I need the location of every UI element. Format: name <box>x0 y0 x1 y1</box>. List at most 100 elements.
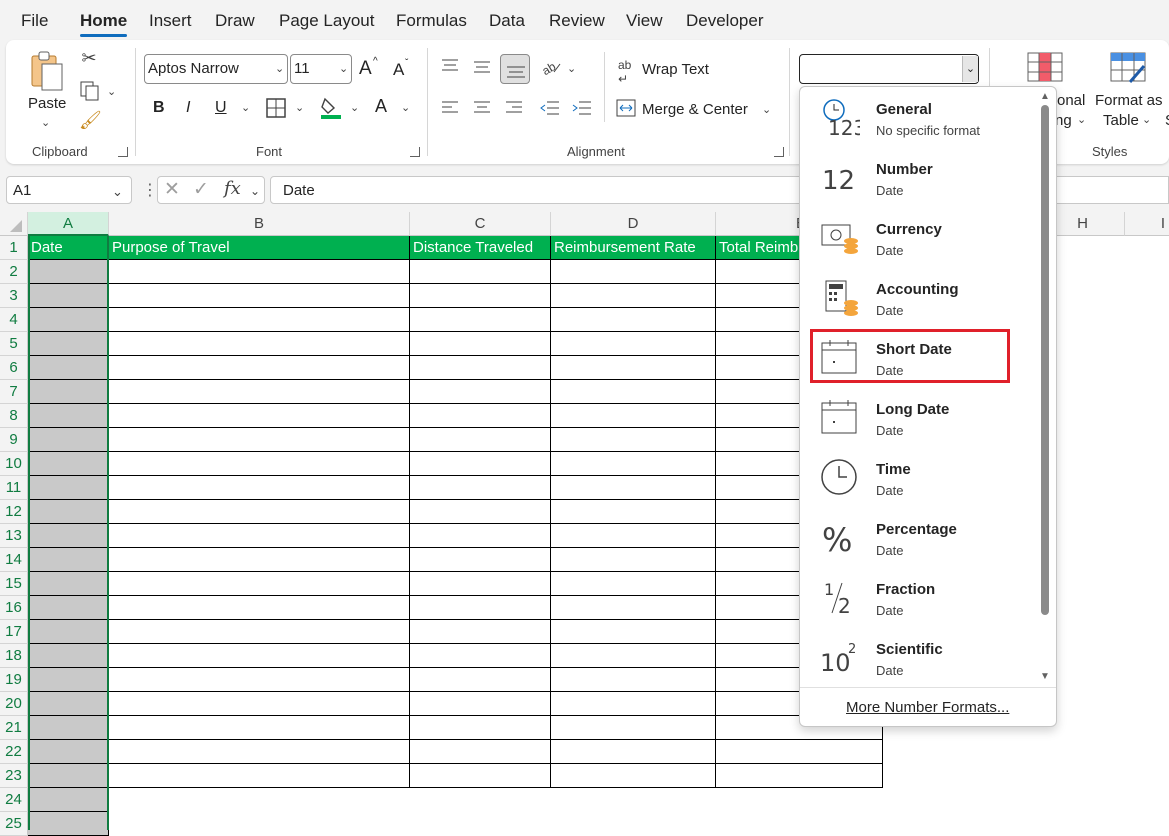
fx-dropdown-icon[interactable]: ⌄ <box>250 184 260 198</box>
header-cell[interactable]: Purpose of Travel <box>109 236 410 260</box>
row-header[interactable]: 13 <box>0 524 28 548</box>
table-cell[interactable] <box>410 668 551 692</box>
scroll-down-icon[interactable]: ▼ <box>1040 671 1050 682</box>
selected-cell[interactable] <box>28 500 109 524</box>
row-header[interactable]: 10 <box>0 452 28 476</box>
bold-button[interactable]: B <box>153 99 165 117</box>
table-cell[interactable] <box>551 572 716 596</box>
table-cell[interactable] <box>410 308 551 332</box>
table-cell[interactable] <box>109 380 410 404</box>
selected-cell[interactable] <box>28 740 109 764</box>
row-header[interactable]: 24 <box>0 788 28 812</box>
selected-cell[interactable] <box>28 452 109 476</box>
enter-icon[interactable]: ✓ <box>193 178 209 201</box>
selected-cell[interactable] <box>28 596 109 620</box>
selected-cell[interactable] <box>28 764 109 788</box>
table-cell[interactable] <box>551 740 716 764</box>
selected-cell[interactable] <box>28 788 109 812</box>
cell-styles-partial[interactable]: S <box>1165 112 1169 129</box>
paste-icon[interactable] <box>28 50 66 94</box>
format-as-table-label-1[interactable]: Format as <box>1095 92 1163 109</box>
fill-color-icon[interactable] <box>320 96 342 120</box>
table-cell[interactable] <box>109 500 410 524</box>
table-cell[interactable] <box>109 620 410 644</box>
column-header-i[interactable]: I <box>1125 212 1169 236</box>
table-cell[interactable] <box>109 332 410 356</box>
orientation-icon[interactable]: ab <box>540 58 562 78</box>
table-cell[interactable] <box>410 500 551 524</box>
table-cell[interactable] <box>109 260 410 284</box>
row-header[interactable]: 16 <box>0 596 28 620</box>
table-cell[interactable] <box>551 524 716 548</box>
decrease-font-icon[interactable]: A <box>393 60 404 80</box>
font-name-dropdown-icon[interactable]: ⌄ <box>275 62 284 75</box>
table-cell[interactable] <box>410 452 551 476</box>
table-cell[interactable] <box>551 380 716 404</box>
table-cell[interactable] <box>410 716 551 740</box>
font-color-dropdown-icon[interactable]: ⌄ <box>401 101 410 114</box>
table-cell[interactable] <box>551 548 716 572</box>
table-cell[interactable] <box>109 572 410 596</box>
format-item-accounting[interactable]: Accounting Date <box>812 269 1030 325</box>
table-cell[interactable] <box>551 668 716 692</box>
selected-cell[interactable] <box>28 812 109 836</box>
table-cell[interactable] <box>551 428 716 452</box>
header-cell[interactable]: Distance Traveled <box>410 236 551 260</box>
row-header[interactable]: 4 <box>0 308 28 332</box>
row-header[interactable]: 19 <box>0 668 28 692</box>
menu-data[interactable]: Data <box>489 11 525 31</box>
selected-cell[interactable] <box>28 404 109 428</box>
row-header[interactable]: 15 <box>0 572 28 596</box>
table-cell[interactable] <box>716 740 883 764</box>
name-box-dropdown-icon[interactable]: ⌄ <box>112 184 123 200</box>
column-header-c[interactable]: C <box>410 212 551 236</box>
increase-font-icon[interactable]: A <box>359 58 372 80</box>
format-item-time[interactable]: Time Date <box>812 449 1030 505</box>
table-cell[interactable] <box>551 764 716 788</box>
format-item-percentage[interactable]: % Percentage Date <box>812 509 1030 565</box>
table-cell[interactable] <box>551 716 716 740</box>
row-header[interactable]: 18 <box>0 644 28 668</box>
fill-color-dropdown-icon[interactable]: ⌄ <box>350 101 359 114</box>
menu-review[interactable]: Review <box>549 11 605 31</box>
table-cell[interactable] <box>109 764 410 788</box>
table-cell[interactable] <box>551 692 716 716</box>
table-cell[interactable] <box>551 500 716 524</box>
format-painter-icon[interactable]: 🖌 <box>79 110 102 131</box>
alignment-launcher-icon[interactable] <box>774 147 784 157</box>
row-header[interactable]: 9 <box>0 428 28 452</box>
column-header-b[interactable]: B <box>109 212 410 236</box>
selected-cell[interactable] <box>28 620 109 644</box>
selected-cell[interactable] <box>28 668 109 692</box>
table-cell[interactable] <box>410 284 551 308</box>
table-cell[interactable] <box>716 764 883 788</box>
align-center-icon[interactable] <box>472 100 492 116</box>
conditional-formatting-icon[interactable] <box>1027 52 1063 82</box>
row-header[interactable]: 11 <box>0 476 28 500</box>
row-header[interactable]: 25 <box>0 812 28 836</box>
row-header[interactable]: 23 <box>0 764 28 788</box>
menu-file[interactable]: File <box>21 11 48 31</box>
format-as-table-label-2[interactable]: Table <box>1103 112 1139 129</box>
table-cell[interactable] <box>410 764 551 788</box>
table-cell[interactable] <box>109 740 410 764</box>
selected-cell[interactable] <box>28 716 109 740</box>
table-cell[interactable] <box>551 404 716 428</box>
row-header[interactable]: 7 <box>0 380 28 404</box>
paste-label[interactable]: Paste <box>28 95 66 112</box>
table-cell[interactable] <box>109 428 410 452</box>
row-header[interactable]: 6 <box>0 356 28 380</box>
insert-function-icon[interactable]: fx <box>224 178 241 199</box>
selected-cell[interactable] <box>28 428 109 452</box>
underline-button[interactable]: U <box>215 99 227 117</box>
table-cell[interactable] <box>109 308 410 332</box>
conditional-formatting-label-2[interactable]: ng <box>1055 112 1072 129</box>
selected-cell[interactable] <box>28 380 109 404</box>
table-cell[interactable] <box>109 404 410 428</box>
borders-dropdown-icon[interactable]: ⌄ <box>295 101 304 114</box>
row-header[interactable]: 22 <box>0 740 28 764</box>
column-header-a[interactable]: A <box>28 212 109 236</box>
selected-cell[interactable] <box>28 476 109 500</box>
table-cell[interactable] <box>109 692 410 716</box>
menu-view[interactable]: View <box>626 11 663 31</box>
